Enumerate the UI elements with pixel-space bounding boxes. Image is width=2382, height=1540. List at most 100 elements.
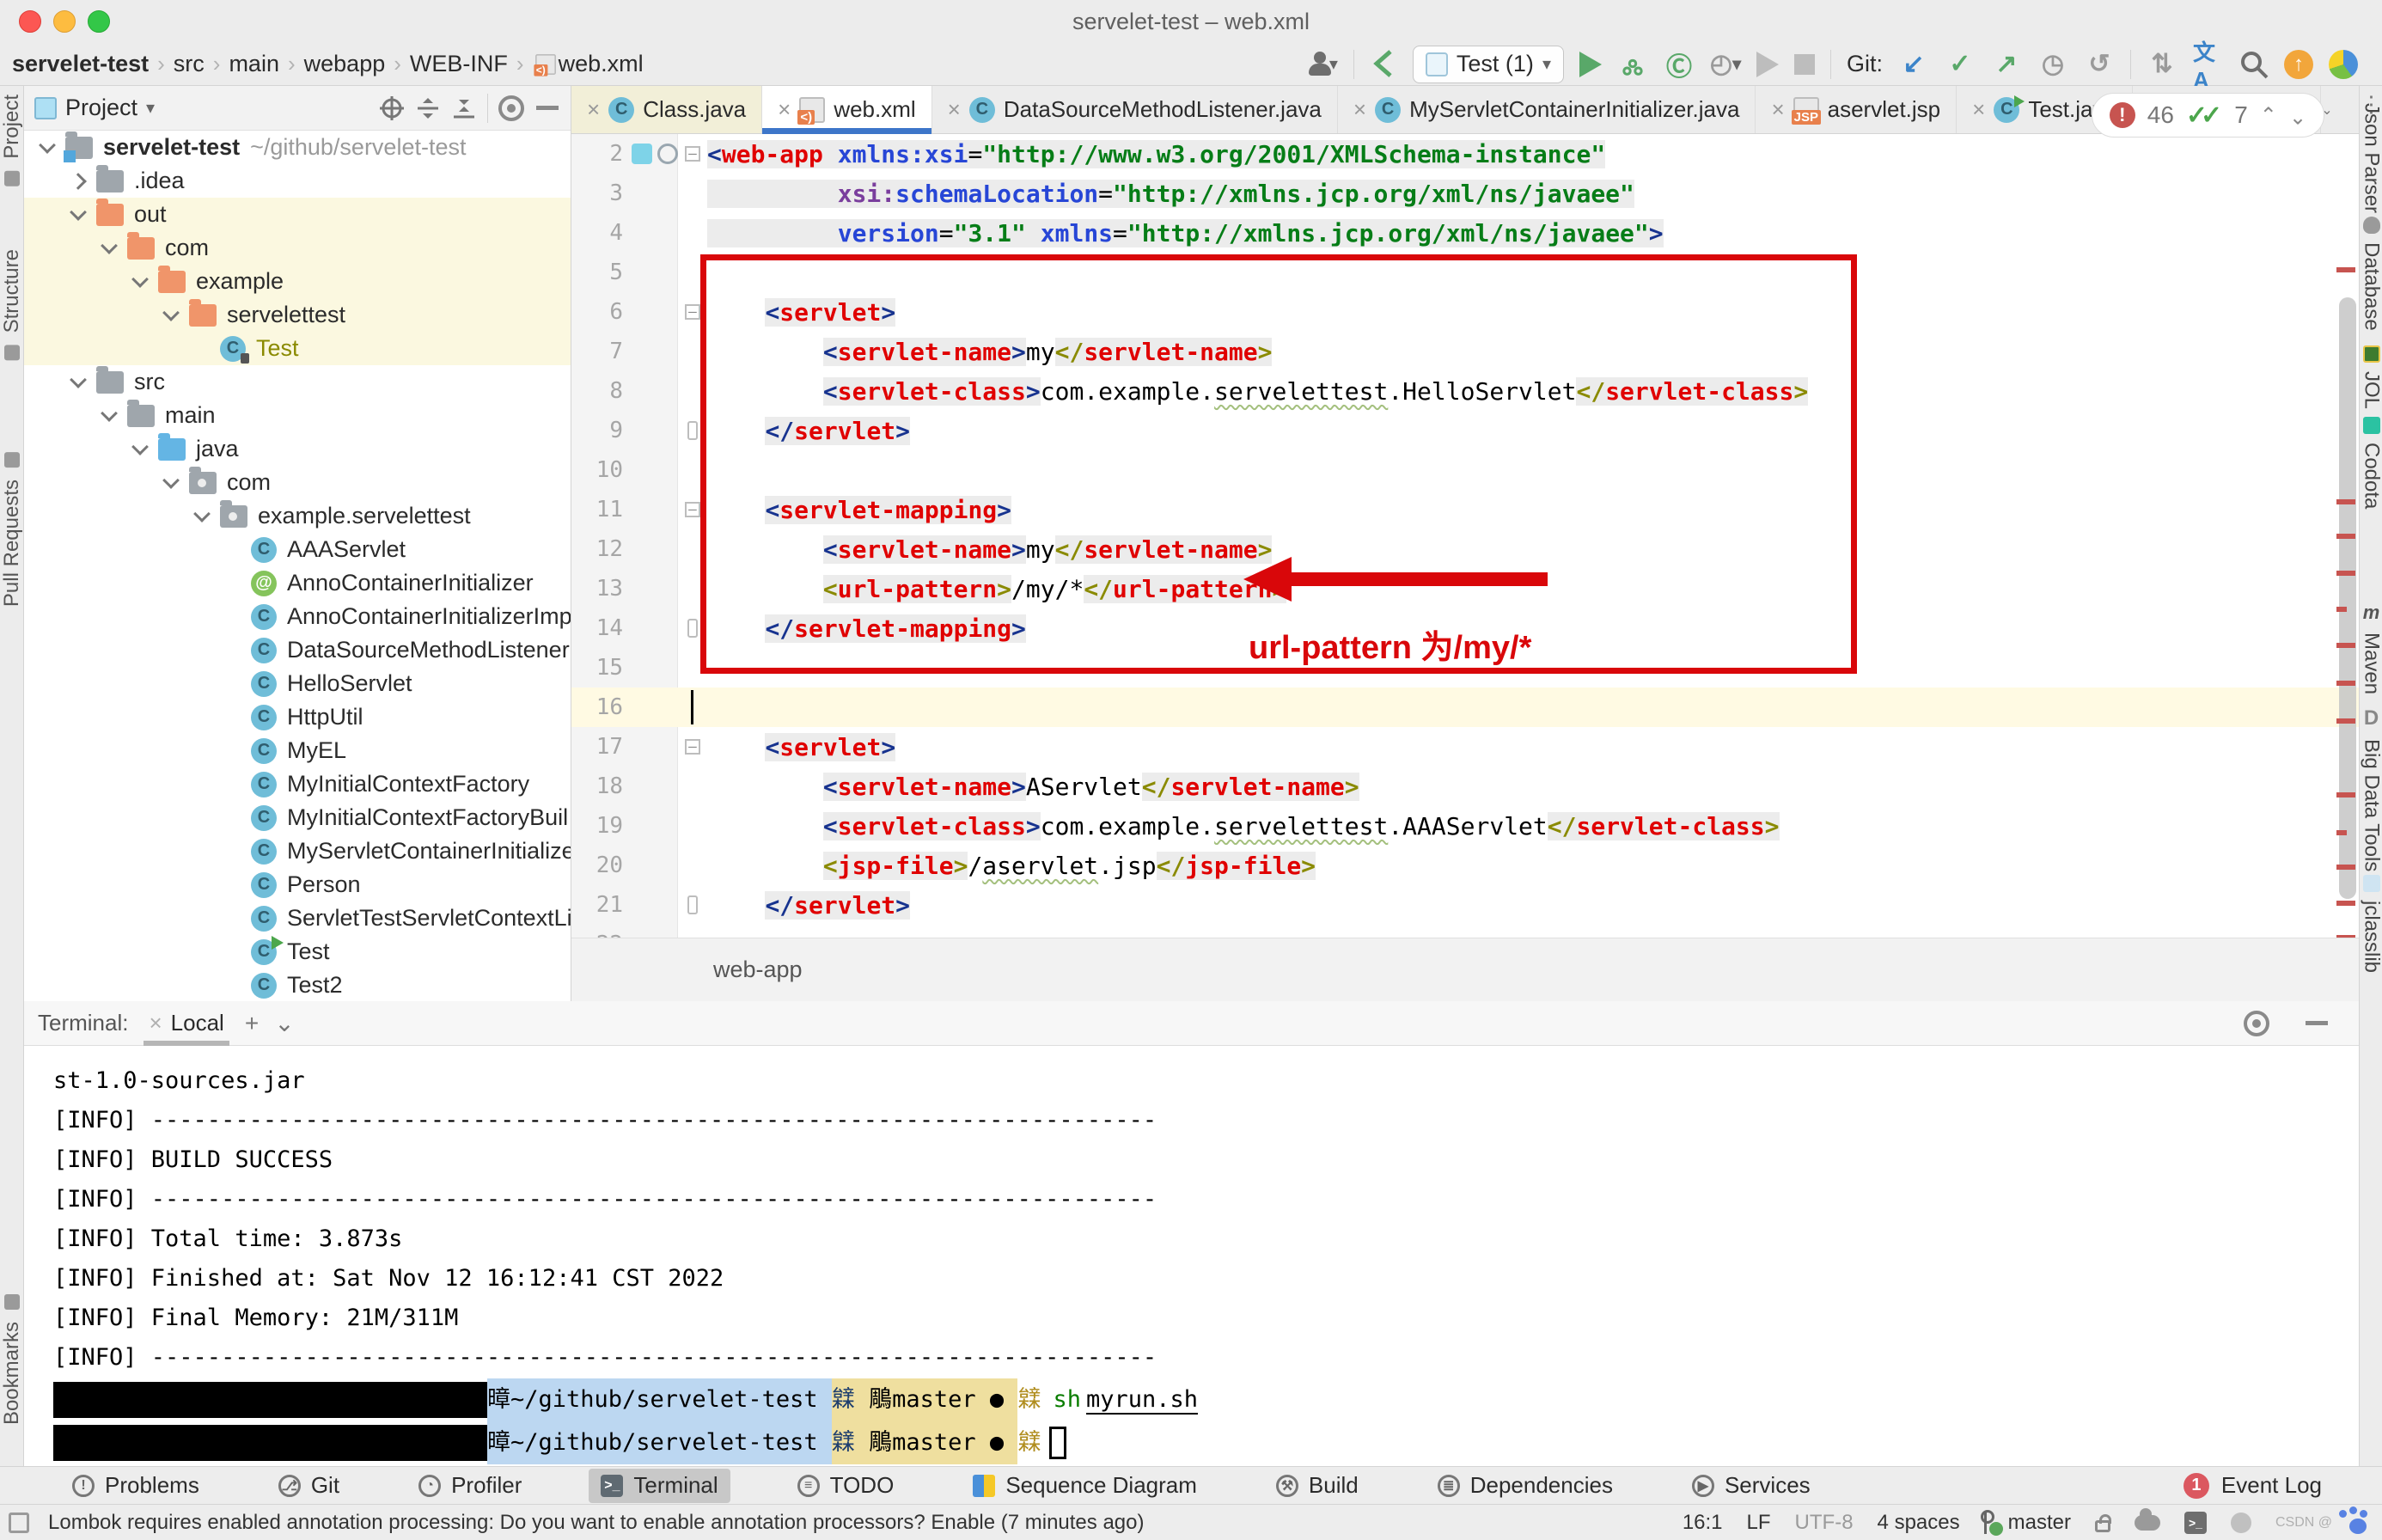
fold-end-icon[interactable]: [687, 421, 698, 440]
code-line[interactable]: 21 </servlet>: [571, 885, 2359, 925]
code-line[interactable]: 3 xsi:schemaLocation="http://xmlns.jcp.o…: [571, 174, 2359, 213]
tree-item[interactable]: CPerson: [24, 868, 571, 901]
tool-window-button-problems[interactable]: !Problems: [60, 1469, 211, 1503]
breadcrumb-item[interactable]: web.xml: [559, 51, 644, 77]
sidebar-item-jol[interactable]: JOL: [2360, 345, 2382, 409]
caret-position[interactable]: 16:1: [1683, 1511, 1723, 1535]
git-commit-icon[interactable]: ✓: [1945, 49, 1976, 80]
tree-item[interactable]: CTest: [24, 935, 571, 969]
hide-panel-icon[interactable]: [534, 95, 560, 121]
terminal-tab-local[interactable]: × Local: [144, 1001, 229, 1046]
fold-open-icon[interactable]: –: [685, 304, 700, 320]
editor-tab[interactable]: ×web.xml: [762, 86, 932, 133]
profiler-button[interactable]: ◴▾: [1710, 49, 1741, 80]
breadcrumb-item[interactable]: src: [174, 51, 205, 77]
tree-item[interactable]: CHttpUtil: [24, 700, 571, 734]
editor-tab[interactable]: ×CClass.java: [571, 86, 762, 133]
breadcrumb-item[interactable]: main: [229, 51, 279, 77]
chevron-down-icon[interactable]: [101, 237, 118, 254]
sidebar-item-pull-requests[interactable]: Pull Requests: [0, 447, 24, 607]
next-issue-icon[interactable]: ⌃: [2289, 103, 2306, 128]
sidebar-item-bookmarks[interactable]: Bookmarks: [0, 1289, 24, 1425]
fold-marker[interactable]: –: [678, 739, 707, 755]
tree-item[interactable]: CTest2: [24, 969, 571, 1001]
expand-all-icon[interactable]: [415, 95, 441, 121]
terminal-output[interactable]: st-1.0-sources.jar[INFO] ---------------…: [24, 1046, 2359, 1464]
run-configuration-select[interactable]: Test (1) ▾: [1413, 46, 1564, 83]
chevron-down-icon[interactable]: [101, 405, 118, 422]
event-log-area[interactable]: 1 Event Log: [2184, 1472, 2382, 1499]
git-update-icon[interactable]: ↙: [1898, 49, 1929, 80]
git-branch-widget[interactable]: master: [1984, 1511, 2071, 1535]
sidebar-item-jclasslib[interactable]: jclasslib: [2360, 875, 2382, 973]
run-button[interactable]: [1579, 52, 1602, 77]
editor-tab[interactable]: ×CDataSourceMethodListener.java: [932, 86, 1338, 133]
tree-item[interactable]: main: [24, 399, 571, 432]
user-icon[interactable]: [1307, 52, 1329, 77]
chevron-down-icon[interactable]: [131, 271, 149, 288]
tree-item[interactable]: example: [24, 265, 571, 298]
search-icon[interactable]: [2239, 50, 2269, 79]
close-icon[interactable]: ×: [149, 1010, 162, 1036]
tree-item[interactable]: CMyInitialContextFactory: [24, 767, 571, 801]
tree-item[interactable]: CDataSourceMethodListener: [24, 633, 571, 667]
tool-window-button-build[interactable]: ⚒Build: [1264, 1469, 1371, 1503]
editor-tab[interactable]: ×CMyServletContainerInitializer.java: [1338, 86, 1756, 133]
chevron-down-icon[interactable]: [39, 137, 56, 154]
tree-item[interactable]: src: [24, 365, 571, 399]
close-icon[interactable]: ×: [1972, 96, 1985, 123]
tree-item[interactable]: com: [24, 466, 571, 499]
close-icon[interactable]: ×: [1353, 96, 1366, 123]
fold-open-icon[interactable]: –: [685, 739, 700, 755]
editor-tab[interactable]: ×aservlet.jsp: [1756, 86, 1957, 133]
error-stripe[interactable]: [2335, 134, 2359, 1001]
fold-open-icon[interactable]: –: [685, 502, 700, 517]
tree-item[interactable]: .idea: [24, 164, 571, 198]
error-stripe-mark[interactable]: [2336, 901, 2355, 906]
code-line[interactable]: 20 <jsp-file>/aservlet.jsp</jsp-file>: [571, 846, 2359, 885]
gear-icon[interactable]: [498, 95, 524, 121]
cloud-sync-icon[interactable]: [2135, 1515, 2160, 1531]
tree-item[interactable]: CAAAServlet: [24, 533, 571, 566]
sidebar-item-structure[interactable]: Structure: [0, 249, 24, 365]
error-stripe-mark[interactable]: [2336, 792, 2355, 798]
translate-icon[interactable]: 文A: [2193, 49, 2224, 80]
xml-breadcrumb-bar[interactable]: web-app: [571, 938, 2359, 1001]
tree-item[interactable]: CAnnoContainerInitializerImp: [24, 600, 571, 633]
chevron-down-icon[interactable]: [193, 505, 211, 522]
code-line[interactable]: 17– <servlet>: [571, 727, 2359, 767]
git-push-icon[interactable]: ↗: [1991, 49, 2022, 80]
tool-window-button-sequence-diagram[interactable]: Sequence Diagram: [961, 1469, 1209, 1503]
error-stripe-mark[interactable]: [2336, 267, 2355, 272]
project-view-select[interactable]: Project ▾: [34, 95, 155, 121]
chevron-down-icon[interactable]: [162, 472, 180, 489]
code-line[interactable]: 4 version="3.1" xmlns="http://xmlns.jcp.…: [571, 213, 2359, 253]
chevron-right-icon[interactable]: [70, 173, 87, 190]
tree-item[interactable]: CServletTestServletContextLi: [24, 901, 571, 935]
tool-window-button-dependencies[interactable]: ≣Dependencies: [1426, 1469, 1625, 1503]
coverage-button[interactable]: Ⓒ: [1664, 49, 1695, 80]
tree-item[interactable]: example.servelettest: [24, 499, 571, 533]
terminal-prompt-line[interactable]: 暲~/github/servelet-test 䢄 鵰master ● 䢄shm…: [53, 1379, 2359, 1421]
fold-open-icon[interactable]: –: [685, 146, 700, 162]
debug-button[interactable]: 🝆: [1617, 49, 1648, 80]
fold-marker[interactable]: [678, 895, 707, 914]
lock-icon[interactable]: [2095, 1520, 2110, 1532]
line-separator[interactable]: LF: [1747, 1511, 1771, 1535]
tree-item[interactable]: @AnnoContainerInitializer: [24, 566, 571, 600]
inspections-widget[interactable]: ! 46 ✓✓ 7 ⌃ ⌃: [2092, 93, 2324, 138]
file-encoding[interactable]: UTF-8: [1795, 1511, 1854, 1535]
hide-terminal-icon[interactable]: [2306, 1021, 2328, 1025]
breadcrumb[interactable]: servelet-test›src›main›webapp›WEB-INF›we…: [0, 51, 644, 77]
tree-item[interactable]: CTest: [24, 332, 571, 365]
error-stripe-mark[interactable]: [2336, 643, 2355, 648]
tree-item[interactable]: CMyInitialContextFactoryBuil: [24, 801, 571, 834]
terminal-prompt-line[interactable]: 暲~/github/servelet-test 䢄 鵰master ● 䢄: [53, 1422, 2359, 1464]
code-line[interactable]: 16: [571, 688, 2359, 727]
breadcrumb-item[interactable]: webapp: [304, 51, 386, 77]
code-line[interactable]: 19 <servlet-class>com.example.servelette…: [571, 806, 2359, 846]
tool-window-button-terminal[interactable]: >_Terminal: [589, 1469, 730, 1503]
close-icon[interactable]: ×: [778, 96, 791, 123]
fold-end-icon[interactable]: [687, 895, 698, 914]
code-line[interactable]: 2–<web-app xmlns:xsi="http://www.w3.org/…: [571, 134, 2359, 174]
